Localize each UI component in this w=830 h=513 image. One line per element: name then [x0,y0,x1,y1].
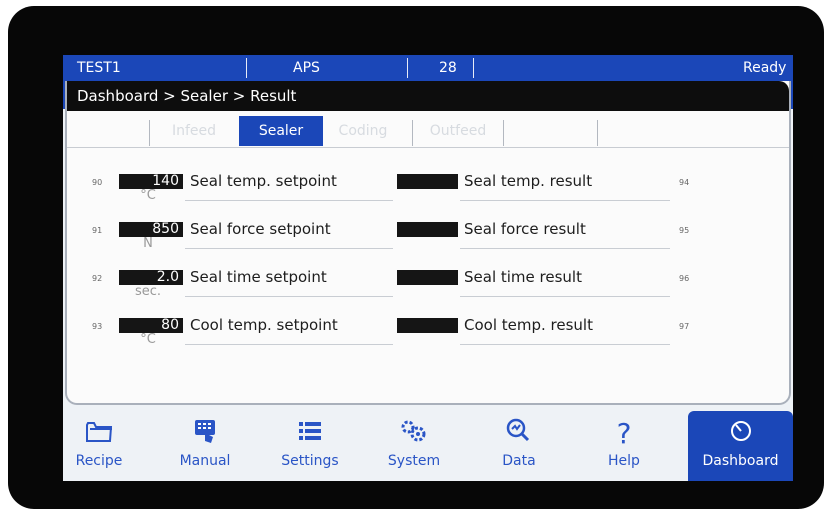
machine-name: TEST1 [77,60,121,76]
cool-temp-setpoint-value[interactable]: 80 [119,318,183,333]
search-chart-icon [469,417,569,449]
param-row: 92 2.0 sec. Seal time setpoint Seal time… [67,267,789,315]
seal-time-result-label: Seal time result [464,268,582,286]
folder-icon [63,417,145,449]
gears-icon [364,417,464,449]
svg-text:?: ? [617,417,632,447]
list-icon [260,417,360,449]
hmi-screen: TEST1 APS 28 Ready Dashboard > Sealer > … [63,55,793,481]
seal-time-setpoint-value[interactable]: 2.0 [119,270,183,285]
seal-force-result-value [397,222,458,237]
seal-temp-setpoint-label: Seal temp. setpoint [190,172,337,190]
machine-status: Ready [743,60,787,76]
bottom-nav: Recipe Manual Settings System Data ? Hel… [63,411,793,481]
param-number: 97 [679,322,690,331]
nav-system[interactable]: System [364,411,464,481]
seal-time-result-value [397,270,458,285]
nav-recipe[interactable]: Recipe [63,411,145,481]
tab-outfeed[interactable]: Outfeed [414,116,502,146]
nav-manual[interactable]: Manual [155,411,255,481]
param-row: 91 850 N Seal force setpoint Seal force … [67,219,789,267]
param-number: 96 [679,274,690,283]
seal-force-setpoint-value[interactable]: 850 [119,222,183,237]
param-number: 92 [92,274,103,283]
question-icon: ? [574,417,674,449]
content-panel: Dashboard > Sealer > Result Infeed Seale… [65,81,791,405]
unit-label: °C [140,332,156,347]
cool-temp-setpoint-label: Cool temp. setpoint [190,316,338,334]
breadcrumb-text: Dashboard > Sealer > Result [77,87,297,105]
seal-temp-result-label: Seal temp. result [464,172,593,190]
param-number: 93 [92,322,103,331]
param-row: 90 140 °C Seal temp. setpoint Seal temp.… [67,171,789,219]
breadcrumb: Dashboard > Sealer > Result [67,81,789,111]
unit-label: N [143,236,153,251]
nav-dashboard[interactable]: Dashboard [688,411,793,481]
gauge-icon [688,417,793,449]
tab-coding[interactable]: Coding [325,116,401,146]
seal-temp-result-value [397,174,458,189]
param-number: 95 [679,226,690,235]
seal-temp-setpoint-value[interactable]: 140 [119,174,183,189]
status-bar: TEST1 APS 28 Ready [63,55,793,81]
nav-data[interactable]: Data [469,411,569,481]
param-row: 93 80 °C Cool temp. setpoint Cool temp. … [67,315,789,363]
nav-settings[interactable]: Settings [260,411,360,481]
tab-bar: Infeed Sealer Coding Outfeed [67,112,789,146]
cool-temp-result-label: Cool temp. result [464,316,593,334]
keypad-hand-icon [155,417,255,449]
tab-infeed[interactable]: Infeed [151,116,237,146]
nav-help[interactable]: ? Help [574,411,674,481]
param-number: 94 [679,178,690,187]
counter-value: 28 [439,60,457,76]
seal-force-result-label: Seal force result [464,220,586,238]
param-number: 90 [92,178,103,187]
seal-time-setpoint-label: Seal time setpoint [190,268,327,286]
mode-indicator: APS [293,60,320,76]
unit-label: °C [140,188,156,203]
seal-force-setpoint-label: Seal force setpoint [190,220,331,238]
param-number: 91 [92,226,103,235]
unit-label: sec. [134,284,162,299]
cool-temp-result-value [397,318,458,333]
tab-sealer[interactable]: Sealer [239,116,323,146]
